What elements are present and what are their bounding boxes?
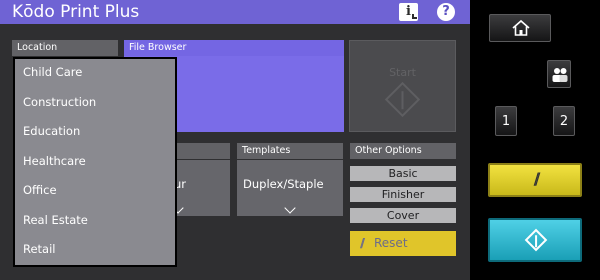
- key-1-button[interactable]: 1: [495, 106, 517, 136]
- users-button[interactable]: [547, 60, 571, 88]
- other-options-label: Other Options: [350, 143, 456, 159]
- location-option-construction[interactable]: Construction: [23, 95, 96, 109]
- location-label: Location: [12, 40, 118, 56]
- key-1-label: 1: [501, 114, 511, 129]
- templates-label: Templates: [237, 143, 343, 159]
- location-option-education[interactable]: Education: [23, 124, 80, 138]
- home-icon: [512, 19, 530, 36]
- start-label: Start: [389, 66, 416, 79]
- touch-screen: Kōdo Print Plus i ? Location File Browse…: [0, 0, 470, 280]
- templates-value: Duplex/Staple: [243, 177, 324, 191]
- app-title: Kōdo Print Plus: [12, 2, 140, 22]
- info-icon: i: [406, 4, 411, 19]
- location-option-retail[interactable]: Retail: [23, 242, 56, 256]
- location-option-child-care[interactable]: Child Care: [23, 65, 82, 79]
- reset-button[interactable]: // Reset: [350, 231, 456, 256]
- key-2-button[interactable]: 2: [553, 106, 575, 136]
- key-2-label: 2: [559, 114, 569, 129]
- file-browser-label: File Browser: [124, 40, 344, 56]
- location-option-healthcare[interactable]: Healthcare: [23, 154, 86, 168]
- location-option-office[interactable]: Office: [23, 183, 57, 197]
- basic-button[interactable]: Basic: [350, 166, 456, 181]
- users-icon: [552, 68, 568, 82]
- info-corner-mark: [412, 14, 417, 19]
- hardware-start-button[interactable]: [488, 218, 582, 262]
- templates-dropdown[interactable]: Duplex/Staple: [237, 160, 343, 216]
- location-option-real-estate[interactable]: Real Estate: [23, 213, 88, 227]
- title-bar: Kōdo Print Plus i ?: [0, 0, 470, 24]
- info-button[interactable]: i: [399, 3, 418, 21]
- start-icon: [524, 228, 548, 252]
- home-button[interactable]: [489, 14, 551, 42]
- stop-button[interactable]: //: [488, 163, 582, 197]
- finisher-button[interactable]: Finisher: [350, 187, 456, 202]
- start-icon: [384, 81, 421, 118]
- start-panel[interactable]: Start: [349, 40, 456, 132]
- reset-icon: //: [360, 236, 365, 250]
- stop-icon: //: [533, 169, 541, 188]
- cover-button[interactable]: Cover: [350, 208, 456, 223]
- chevron-down-icon: [284, 202, 296, 214]
- reset-label: Reset: [374, 236, 408, 250]
- location-dropdown-list: Child Care Construction Education Health…: [13, 57, 177, 267]
- help-button[interactable]: ?: [437, 3, 455, 21]
